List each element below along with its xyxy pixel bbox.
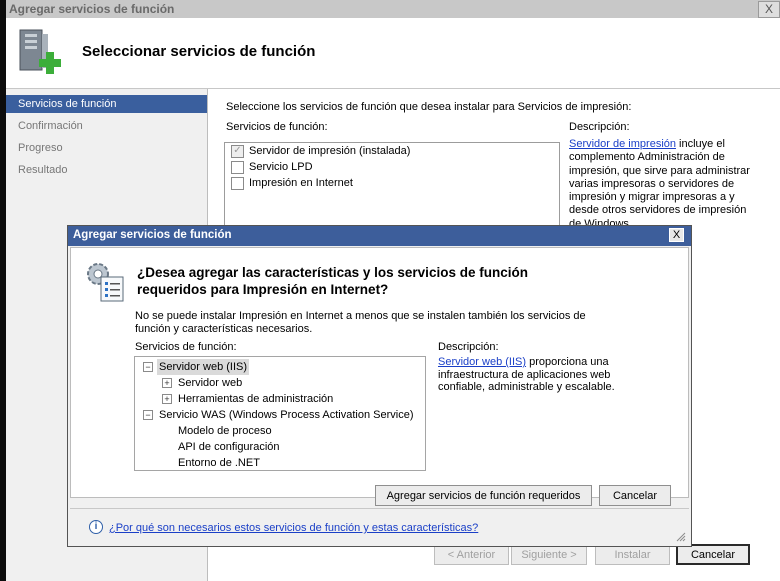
- dialog-description-label: Descripción:: [438, 341, 499, 353]
- dialog-services-label: Servicios de función:: [135, 341, 237, 353]
- help-link[interactable]: ¿Por qué son necesarios estos servicios …: [109, 522, 478, 534]
- services-label: Servicios de función:: [226, 121, 328, 133]
- collapse-icon[interactable]: −: [143, 410, 153, 420]
- description-link[interactable]: Servidor de impresión: [569, 138, 676, 150]
- tree-item-servidor-web-iis[interactable]: Servidor web (IIS): [157, 359, 250, 375]
- dialog-titlebar: Agregar servicios de función X: [68, 226, 691, 246]
- install-button[interactable]: Instalar: [595, 544, 670, 565]
- description-label: Descripción:: [569, 121, 630, 133]
- dialog-title: Agregar servicios de función: [73, 229, 232, 241]
- wizard-header: Seleccionar servicios de función: [6, 18, 780, 89]
- service-label: Servidor de impresión (instalada): [249, 145, 411, 157]
- nav-item-confirmacion[interactable]: Confirmación: [6, 117, 207, 135]
- cancel-button[interactable]: Cancelar: [676, 544, 750, 565]
- dialog-explanation: No se puede instalar Impresión en Intern…: [135, 310, 586, 335]
- nav-item-progreso[interactable]: Progreso: [6, 139, 207, 157]
- dialog-cancel-button[interactable]: Cancelar: [599, 485, 671, 506]
- instruction-text: Seleccione los servicios de función que …: [226, 101, 632, 113]
- window-title: Agregar servicios de función: [9, 2, 175, 16]
- dialog-question: ¿Desea agregar las características y los…: [137, 265, 528, 297]
- checkbox-impresion-internet[interactable]: [231, 177, 244, 190]
- help-info-icon: i: [89, 520, 103, 534]
- service-label: Impresión en Internet: [249, 177, 353, 189]
- tree-item-entorno-net[interactable]: Entorno de .NET: [178, 455, 260, 471]
- window-titlebar: Agregar servicios de función X: [6, 0, 780, 18]
- tree-item-servidor-web[interactable]: Servidor web: [178, 375, 242, 391]
- tree-item-servicio-was[interactable]: Servicio WAS (Windows Process Activation…: [159, 407, 414, 423]
- add-services-dialog: Agregar servicios de función X ¿Desea ag…: [67, 225, 692, 547]
- back-button[interactable]: < Anterior: [434, 544, 509, 565]
- dialog-description-text: Servidor web (IIS) proporciona una infra…: [438, 356, 615, 393]
- required-services-tree[interactable]: Servidor web (IIS) − + Servidor web + He…: [134, 356, 426, 471]
- tree-item-api-configuracion[interactable]: API de configuración: [178, 439, 280, 455]
- description-text: Servidor de impresión incluye el complem…: [569, 138, 750, 228]
- service-label: Servicio LPD: [249, 161, 313, 173]
- nav-item-resultado[interactable]: Resultado: [6, 161, 207, 179]
- server-add-icon: [19, 29, 61, 74]
- close-window-button[interactable]: X: [758, 1, 780, 18]
- checkbox-servidor-impresion[interactable]: ✓: [231, 145, 244, 158]
- collapse-icon[interactable]: −: [143, 362, 153, 372]
- next-button[interactable]: Siguiente >: [511, 544, 587, 565]
- nav-item-servicios-de-funcion[interactable]: Servicios de función: [6, 95, 207, 113]
- add-required-services-button[interactable]: Agregar servicios de función requeridos: [375, 485, 592, 506]
- expand-icon[interactable]: +: [162, 378, 172, 388]
- checkbox-servicio-lpd[interactable]: [231, 161, 244, 174]
- dialog-divider: [70, 508, 689, 509]
- dialog-close-button[interactable]: X: [669, 228, 684, 242]
- gears-checklist-icon: [87, 263, 124, 302]
- page-title: Seleccionar servicios de función: [82, 43, 316, 60]
- tree-item-herramientas-administracion[interactable]: Herramientas de administración: [178, 391, 333, 407]
- dialog-body: ¿Desea agregar las características y los…: [70, 247, 689, 498]
- tree-item-modelo-proceso[interactable]: Modelo de proceso: [178, 423, 272, 439]
- dialog-description-link[interactable]: Servidor web (IIS): [438, 356, 526, 368]
- resize-grip-icon[interactable]: [674, 530, 686, 542]
- expand-icon[interactable]: +: [162, 394, 172, 404]
